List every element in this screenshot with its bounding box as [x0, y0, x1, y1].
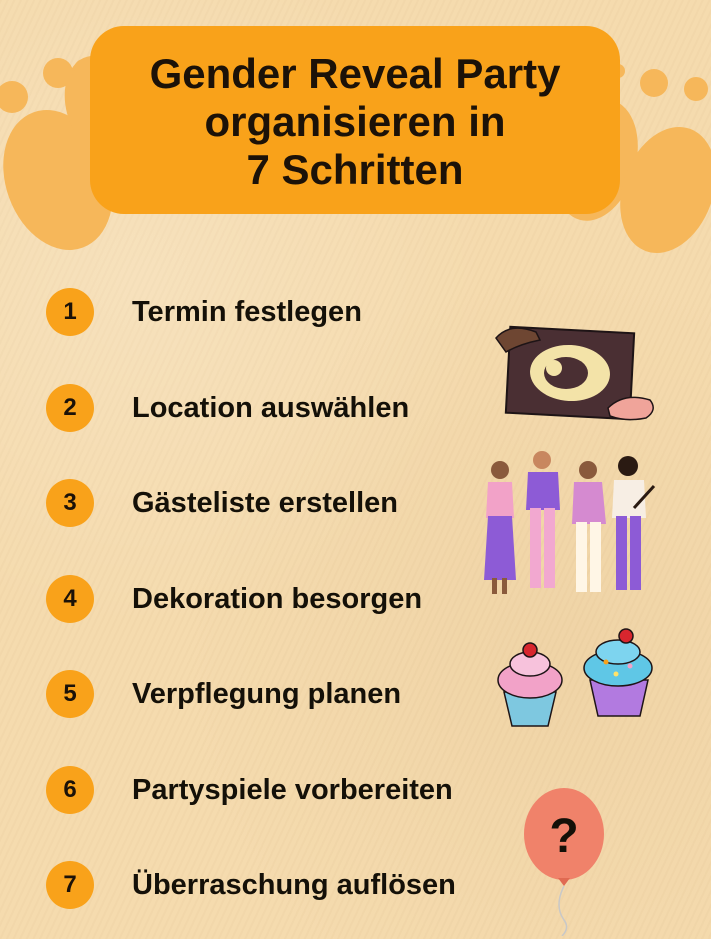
step-label: Überraschung auflösen: [132, 868, 456, 901]
step-label: Partyspiele vorbereiten: [132, 773, 453, 806]
step-number-badge: 7: [46, 861, 94, 909]
step-number-badge: 3: [46, 479, 94, 527]
step-number-badge: 4: [46, 575, 94, 623]
title-line-1: Gender Reveal Party: [149, 50, 561, 97]
step-2: 2 Location auswählen: [46, 383, 409, 433]
step-5: 5 Verpflegung planen: [46, 669, 401, 719]
step-1: 1 Termin festlegen: [46, 287, 362, 337]
svg-text:?: ?: [549, 810, 578, 863]
step-number-badge: 1: [46, 288, 94, 336]
step-number-badge: 6: [46, 766, 94, 814]
step-4: 4 Dekoration besorgen: [46, 574, 422, 624]
step-7: 7 Überraschung auflösen: [46, 860, 456, 910]
title-line-3: 7 Schritten: [246, 146, 464, 193]
step-label: Location auswählen: [132, 391, 410, 424]
step-6: 6 Partyspiele vorbereiten: [46, 765, 453, 815]
step-label: Termin festlegen: [132, 295, 362, 328]
step-number-badge: 5: [46, 670, 94, 718]
step-label: Gästeliste erstellen: [132, 486, 398, 519]
step-label: Dekoration besorgen: [132, 582, 423, 615]
title-line-2: organisieren in: [204, 98, 506, 145]
page-title: Gender Reveal Party organisieren in 7 Sc…: [90, 50, 620, 194]
step-3: 3 Gästeliste erstellen: [46, 478, 398, 528]
people-group-icon: [484, 451, 656, 594]
question-balloon-icon: ?: [524, 788, 604, 936]
ultrasound-icon: [495, 325, 654, 421]
cupcake-icon: [497, 628, 653, 727]
step-label: Verpflegung planen: [132, 677, 402, 710]
step-number-badge: 2: [46, 384, 94, 432]
